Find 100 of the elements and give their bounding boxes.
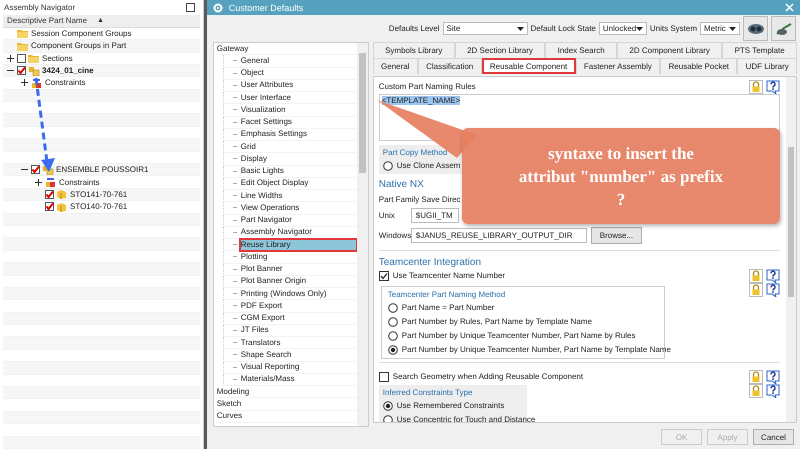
checkbox[interactable] xyxy=(45,202,54,212)
tab[interactable]: UDF Library xyxy=(737,58,798,74)
category-item[interactable]: General xyxy=(240,54,357,67)
toolbar-label: Defaults Level xyxy=(388,24,440,33)
category-item[interactable]: Shape Search xyxy=(240,348,357,361)
help-icon[interactable] xyxy=(766,370,780,384)
radio-button[interactable] xyxy=(388,316,398,327)
input-field[interactable]: $JANUS_REUSE_LIBRARY_OUTPUT_DIR xyxy=(410,228,587,244)
dialog-button[interactable]: Cancel xyxy=(753,429,794,445)
expand-icon[interactable] xyxy=(35,178,42,186)
help-icon[interactable] xyxy=(766,268,780,283)
help-icon[interactable] xyxy=(766,384,780,398)
tab[interactable]: Reusable Component xyxy=(482,58,576,74)
assembly-icon xyxy=(28,66,40,76)
option-label: Use Clone Assem xyxy=(396,161,460,170)
option-label: Use Concentric for Touch and Distance xyxy=(396,415,536,422)
category-item[interactable]: Object xyxy=(240,67,357,80)
tab[interactable]: PTS Template xyxy=(722,42,798,58)
checkbox[interactable] xyxy=(45,190,54,199)
checkbox[interactable] xyxy=(17,54,26,63)
category-item[interactable]: Line Widths xyxy=(240,190,357,202)
checkbox-label: Use Teamcenter Name Number xyxy=(392,271,506,280)
category-item[interactable]: PDF Export xyxy=(240,300,357,312)
category-item[interactable]: Reuse Library xyxy=(240,238,357,251)
close-icon[interactable] xyxy=(785,3,794,12)
category-item[interactable]: Curves xyxy=(216,410,357,422)
category-item[interactable]: JT Files xyxy=(240,324,357,336)
category-item[interactable]: Materials/Mass xyxy=(240,373,357,386)
help-icon[interactable] xyxy=(766,80,780,94)
category-item[interactable]: Modeling xyxy=(216,386,357,398)
tree-item[interactable]: Constraints xyxy=(59,178,100,187)
tab[interactable]: Reusable Pocket xyxy=(660,58,738,74)
category-item[interactable]: Emphasis Settings xyxy=(240,128,357,140)
category-item[interactable]: Gateway xyxy=(216,43,357,55)
callout-text: syntaxe to insert the attribut "number" as prefix ? xyxy=(462,128,780,224)
scrollbar[interactable] xyxy=(356,43,368,426)
category-item[interactable]: CGM Export xyxy=(240,312,357,324)
category-item[interactable]: User Attributes xyxy=(240,79,357,92)
toolbar-label: Units System xyxy=(650,24,697,33)
expand-icon[interactable] xyxy=(21,79,28,86)
folder-icon xyxy=(17,40,29,51)
category-item[interactable]: Assembly Navigator xyxy=(240,226,357,238)
tab[interactable]: 2D Component Library xyxy=(617,42,722,58)
dropdown[interactable]: Unlocked xyxy=(598,22,647,35)
cube-icon xyxy=(56,189,68,200)
tree-item[interactable]: Session Component Groups xyxy=(31,28,132,38)
category-item[interactable]: Grid xyxy=(240,140,357,153)
tab[interactable]: General xyxy=(372,58,418,74)
category-item[interactable]: User Interface xyxy=(240,92,357,104)
category-item[interactable]: Part Navigator xyxy=(240,214,357,226)
category-item[interactable]: Edit Object Display xyxy=(240,177,357,190)
tree-item[interactable]: Constraints xyxy=(45,78,86,88)
category-item[interactable]: Display xyxy=(240,152,357,165)
option-label: Part Name = Part Number xyxy=(402,303,494,312)
category-item[interactable]: Basic Lights xyxy=(240,165,357,178)
section-title: Teamcenter Integration xyxy=(378,257,482,268)
category-item[interactable]: Plot Banner xyxy=(240,263,357,276)
category-item[interactable]: Visual Reporting xyxy=(240,361,357,374)
maximize-icon[interactable] xyxy=(186,2,195,12)
help-icon[interactable] xyxy=(766,283,780,298)
category-item[interactable]: Plotting xyxy=(240,250,357,263)
window-title: Customer Defaults xyxy=(228,2,304,12)
tab[interactable]: 2D Section Library xyxy=(454,42,546,58)
checkbox[interactable] xyxy=(31,165,40,174)
category-item[interactable]: Facet Settings xyxy=(240,116,357,128)
caret-icon xyxy=(729,26,736,30)
category-item[interactable]: Visualization xyxy=(240,104,357,116)
tree-item[interactable]: Sections xyxy=(42,54,73,63)
tab[interactable]: Symbols Library xyxy=(372,42,455,58)
input-field[interactable]: $UGII_TM xyxy=(410,208,459,224)
radio-button[interactable] xyxy=(388,302,398,313)
radio-button[interactable] xyxy=(388,344,398,355)
toolbar-button[interactable] xyxy=(743,16,768,41)
group-title: Teamcenter Part Naming Method xyxy=(388,290,506,300)
tab[interactable]: Classification xyxy=(418,58,482,74)
scrollbar[interactable] xyxy=(786,77,796,422)
tab[interactable]: Index Search xyxy=(545,42,618,58)
checkbox[interactable] xyxy=(378,270,389,281)
category-item[interactable]: Translators xyxy=(240,336,357,349)
checkbox[interactable] xyxy=(17,66,26,76)
dropdown[interactable]: Site xyxy=(442,22,528,35)
radio-button[interactable] xyxy=(382,414,393,422)
tree-item[interactable]: STO140-70-761 xyxy=(70,202,128,212)
dropdown[interactable]: Metric xyxy=(700,22,740,35)
category-item[interactable]: Plot Banner Origin xyxy=(240,275,357,288)
group-title: Inferred Constraints Type xyxy=(382,388,472,398)
caret-icon xyxy=(636,26,644,30)
browse-button[interactable]: Browse... xyxy=(590,227,642,244)
tab[interactable]: Fastener Assembly xyxy=(576,58,660,74)
category-item[interactable]: View Operations xyxy=(240,202,357,214)
radio-button[interactable] xyxy=(388,330,398,341)
expand-icon[interactable] xyxy=(7,54,14,62)
category-item[interactable]: Sketch xyxy=(216,398,357,410)
radio-button[interactable] xyxy=(382,400,393,411)
category-item[interactable]: Printing (Windows Only) xyxy=(240,288,357,300)
toolbar-button[interactable] xyxy=(771,16,796,41)
radio-button[interactable] xyxy=(382,160,393,171)
field-label: Part Family Save Direc xyxy=(378,195,461,204)
tree-item[interactable]: 3424_01_cine xyxy=(42,66,94,76)
checkbox[interactable] xyxy=(378,372,389,382)
